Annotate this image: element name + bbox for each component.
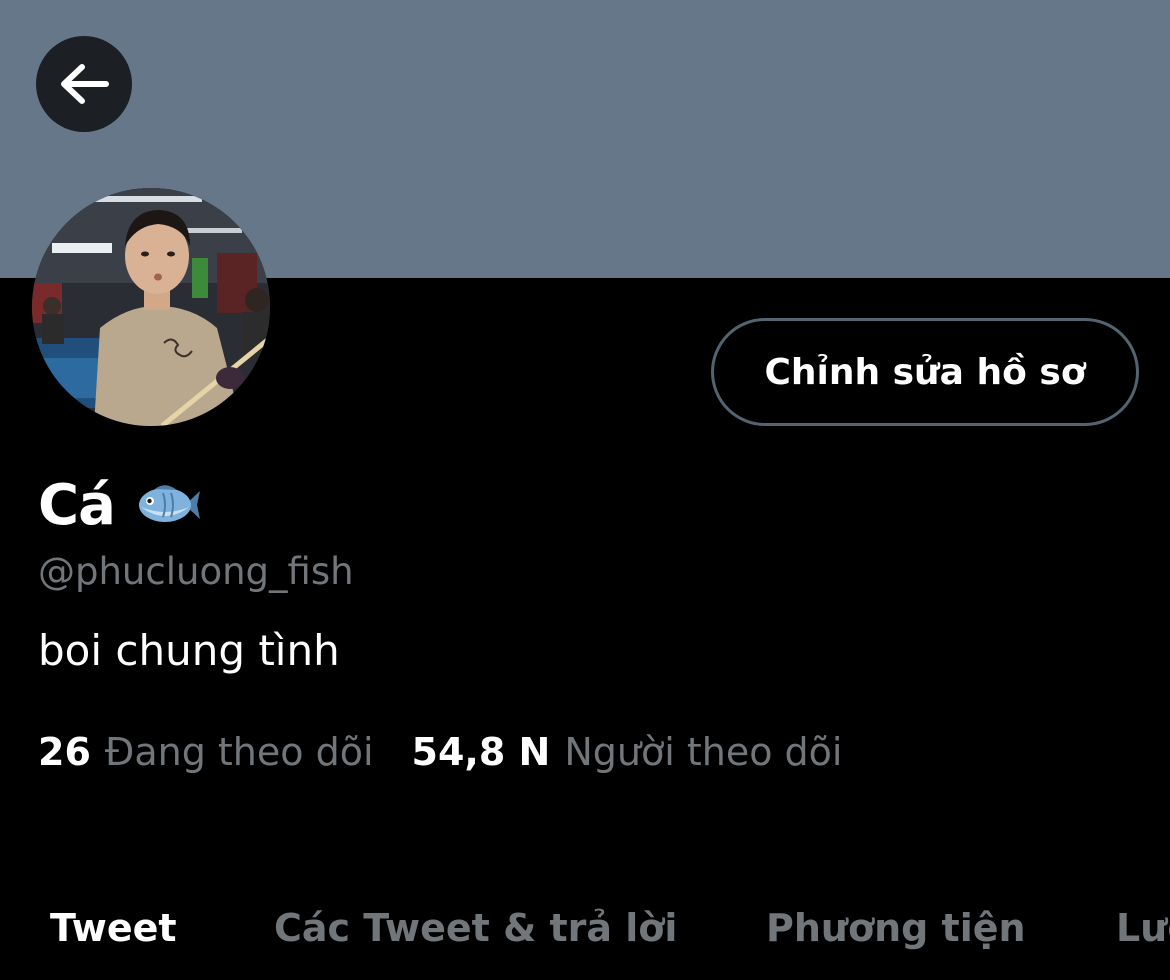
follow-stats: 26 Đang theo dõi 54,8 N Người theo dõi: [38, 730, 842, 774]
profile-tabs: Tweet Các Tweet & trả lời Phương tiện Lư…: [0, 900, 1170, 980]
tab-tweets-and-replies[interactable]: Các Tweet & trả lời: [274, 906, 677, 950]
avatar[interactable]: [32, 188, 270, 426]
tab-likes[interactable]: Lượt thích: [1116, 906, 1170, 950]
followers-label: Người theo dõi: [564, 730, 843, 774]
fish-icon: [138, 485, 200, 522]
user-handle: @phucluong_fish: [38, 550, 354, 593]
tab-tweets[interactable]: Tweet: [50, 906, 177, 950]
display-name: Cá: [38, 472, 116, 538]
display-name-row: Cá: [38, 470, 201, 540]
edit-profile-button[interactable]: Chỉnh sửa hồ sơ: [711, 318, 1139, 426]
profile-photo: [32, 188, 270, 426]
followers-count: 54,8 N: [411, 730, 551, 774]
bio-text: boi chung tình: [38, 626, 340, 675]
following-label: Đang theo dõi: [104, 730, 374, 774]
arrow-left-icon: [61, 64, 109, 104]
tab-media[interactable]: Phương tiện: [766, 906, 1026, 950]
following-count: 26: [38, 730, 91, 774]
followers-stat[interactable]: 54,8 N Người theo dõi: [412, 730, 843, 774]
back-button[interactable]: [36, 36, 132, 132]
following-stat[interactable]: 26 Đang theo dõi: [38, 730, 374, 774]
